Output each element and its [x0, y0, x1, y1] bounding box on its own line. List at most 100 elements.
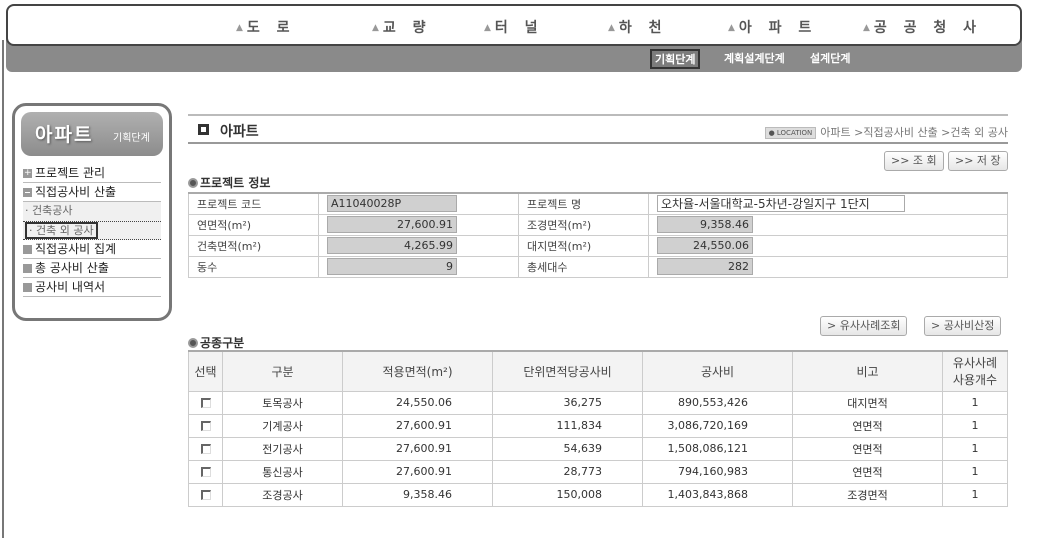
cell-applied-area: 27,600.91: [342, 459, 493, 484]
cell: 9: [318, 255, 519, 278]
cell-applied-area: 27,600.91: [342, 436, 493, 461]
cell-cost: 890,553,426: [642, 390, 793, 415]
cell-similar-count: 1: [942, 413, 1008, 438]
sidebar-item-project-management[interactable]: 프로젝트 관리: [23, 164, 161, 183]
cell-similar-count: 1: [942, 390, 1008, 415]
gross-floor-area-field: 27,600.91: [327, 216, 457, 233]
similar-case-search-button[interactable]: > 유사사례조회: [820, 316, 908, 336]
table-row: 프로젝트 코드 A11040028P 프로젝트 명 오차율-서울대학교-5차년-…: [188, 192, 1008, 215]
cell-applied-area: 27,600.91: [342, 413, 493, 438]
label-landscape-area: 조경면적(m²): [518, 213, 649, 236]
cell-cost: 794,160,983: [642, 459, 793, 484]
header-line: 유사사례: [952, 356, 998, 371]
box-icon: [23, 245, 32, 254]
bullet-circle-icon: [188, 338, 198, 348]
project-info-table: 프로젝트 코드 A11040028P 프로젝트 명 오차율-서울대학교-5차년-…: [188, 192, 1008, 278]
table-row: 기계공사 27,600.91 111,834 3,086,720,169 연면적 1: [188, 413, 1008, 438]
sidebar-menu: 프로젝트 관리 직접공사비 산출 · 건축공사 · 건축 외 공사 직접공사비 …: [23, 164, 161, 297]
cell-note: 연면적: [792, 436, 943, 461]
search-button[interactable]: >> 조 회: [884, 151, 944, 171]
sidebar-item-direct-cost-calc[interactable]: 직접공사비 산출: [23, 183, 161, 202]
col-type: 구분: [222, 350, 343, 392]
location-tag: ● LOCATION: [764, 127, 817, 139]
select-checkbox[interactable]: [200, 444, 211, 454]
nav-label: 공 공 청 사: [873, 20, 983, 36]
select-checkbox[interactable]: [200, 467, 211, 477]
stage-design[interactable]: 설계단계: [810, 50, 850, 66]
building-area-field: 4,265.99: [327, 237, 457, 254]
sidebar-subitem-non-building-work[interactable]: · 건축 외 공사: [23, 221, 161, 240]
stage-schematic-design[interactable]: 계획설계단계: [724, 50, 785, 66]
select-checkbox[interactable]: [200, 421, 211, 431]
cell-applied-area: 9,358.46: [342, 482, 493, 507]
table-row: 건축면적(m²) 4,265.99 대지면적(m²) 24,550.06: [188, 234, 1008, 257]
building-count-field: 9: [327, 258, 457, 275]
sidebar-title-stage: 기획단계: [113, 133, 150, 144]
cell-similar-count: 1: [942, 436, 1008, 461]
nav-item-road[interactable]: ▲ 도 로: [236, 17, 296, 37]
cell-note: 대지면적: [792, 390, 943, 415]
nav-item-tunnel[interactable]: ▲ 터 널: [484, 17, 544, 37]
page-title: 아파트: [220, 124, 259, 140]
label-building-area: 건축면적(m²): [188, 234, 319, 257]
cell-type: 조경공사: [222, 482, 343, 507]
stage-planning[interactable]: 기획단계: [650, 49, 701, 69]
cost-estimate-button[interactable]: > 공사비산정: [924, 316, 1002, 336]
landscape-area-field: 9,358.46: [657, 216, 753, 233]
triangle-up-icon: ▲: [372, 23, 379, 33]
triangle-up-icon: ▲: [863, 23, 870, 33]
sidebar: 아파트 기획단계 프로젝트 관리 직접공사비 산출 · 건축공사 · 건축 외 …: [12, 103, 172, 321]
plus-box-icon: [23, 164, 32, 182]
table-row: 연면적(m²) 27,600.91 조경면적(m²) 9,358.46: [188, 213, 1008, 236]
nav-item-public-office[interactable]: ▲ 공 공 청 사: [863, 17, 982, 37]
cell: 27,600.91: [318, 213, 519, 236]
label-household-count: 총세대수: [518, 255, 649, 278]
table-header-row: 선택 구분 적용면적(m²) 단위면적당공사비 공사비 비고 유사사례 사용개수: [188, 350, 1008, 392]
project-name-field[interactable]: 오차율-서울대학교-5차년-강일지구 1단지: [657, 195, 905, 213]
table-row: 동수 9 총세대수 282: [188, 255, 1008, 278]
cell-unit-cost: 111,834: [492, 413, 643, 438]
cell-similar-count: 1: [942, 459, 1008, 484]
nav-label: 터 널: [494, 20, 544, 36]
sidebar-title: 아파트 기획단계: [21, 112, 163, 156]
cell-note: 조경면적: [792, 482, 943, 507]
cell-cost: 3,086,720,169: [642, 413, 793, 438]
nav-item-river[interactable]: ▲ 하 천: [608, 17, 668, 37]
table-row: 조경공사 9,358.46 150,008 1,403,843,868 조경면적 1: [188, 482, 1008, 507]
col-applied-area: 적용면적(m²): [342, 350, 493, 392]
table-row: 전기공사 27,600.91 54,639 1,508,086,121 연면적 1: [188, 436, 1008, 461]
cell-type: 전기공사: [222, 436, 343, 461]
cell: 4,265.99: [318, 234, 519, 257]
label-gross-floor-area: 연면적(m²): [188, 213, 319, 236]
cell-type: 토목공사: [222, 390, 343, 415]
select-checkbox[interactable]: [200, 398, 211, 408]
sidebar-subitem-building-work[interactable]: · 건축공사: [23, 202, 161, 221]
box-icon: [23, 264, 32, 273]
cell: 24,550.06: [648, 234, 1008, 257]
nav-label: 하 천: [618, 20, 668, 36]
cell-select: [188, 482, 223, 507]
label-building-count: 동수: [188, 255, 319, 278]
cell: 9,358.46: [648, 213, 1008, 236]
save-button[interactable]: >> 저 장: [948, 151, 1008, 171]
label-project-code: 프로젝트 코드: [188, 192, 319, 215]
household-count-field: 282: [657, 258, 753, 275]
cell-cost: 1,508,086,121: [642, 436, 793, 461]
square-icon: [198, 124, 209, 135]
col-cost: 공사비: [642, 350, 793, 392]
sidebar-item-direct-cost-summary[interactable]: 직접공사비 집계: [23, 240, 161, 259]
nav-item-bridge[interactable]: ▲ 교 량: [372, 17, 432, 37]
sidebar-title-main: 아파트: [35, 124, 94, 146]
select-checkbox[interactable]: [200, 490, 211, 500]
sidebar-item-cost-statement[interactable]: 공사비 내역서: [23, 278, 161, 297]
sidebar-item-label: 공사비 내역서: [35, 280, 106, 294]
breadcrumb: ● LOCATION 아파트 >직접공사비 산출 >건축 외 공사: [764, 124, 1008, 140]
minus-box-icon: [23, 188, 32, 197]
sidebar-item-total-cost-calc[interactable]: 총 공사비 산출: [23, 259, 161, 278]
nav-label: 도 로: [246, 20, 296, 36]
nav-label: 아 파 트: [738, 20, 818, 36]
cell-select: [188, 436, 223, 461]
cell-select: [188, 413, 223, 438]
header-line: 사용개수: [952, 373, 998, 388]
nav-item-apartment[interactable]: ▲ 아 파 트: [728, 17, 817, 37]
